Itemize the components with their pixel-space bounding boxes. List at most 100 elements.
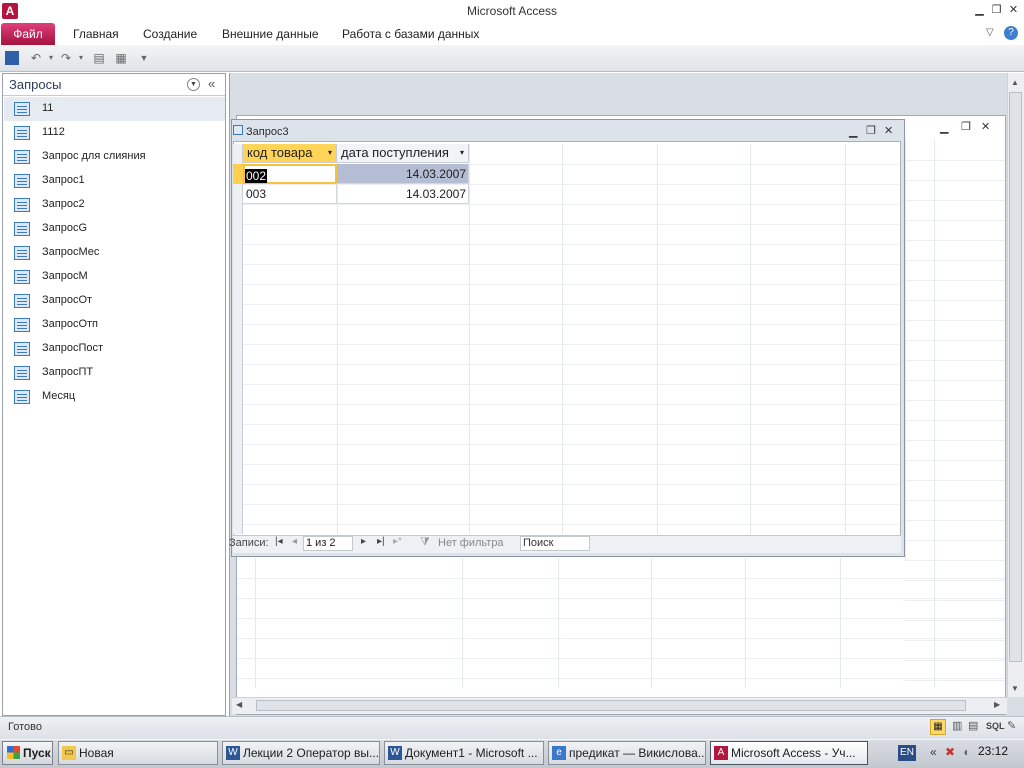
print-preview-icon[interactable]: ▦ — [113, 50, 129, 66]
row-selector-current[interactable] — [233, 164, 243, 184]
nav-item-query[interactable]: Запрос2 — [4, 193, 225, 217]
filter-icon[interactable]: ⧩ — [420, 536, 430, 549]
record-position-field[interactable]: 1 из 2 — [303, 536, 353, 551]
volume-icon[interactable]: ◖ — [962, 745, 969, 759]
design-view-icon[interactable]: ✎ — [1007, 719, 1016, 732]
show-hidden-icons-icon[interactable]: « — [930, 745, 937, 759]
taskbar-button-access[interactable]: A Microsoft Access - Уч... — [710, 741, 868, 765]
table-cell-date[interactable]: 14.03.2007 — [337, 164, 469, 184]
nav-item-query[interactable]: ЗапросПост — [4, 337, 225, 361]
network-warning-icon[interactable]: ✖ — [945, 745, 955, 759]
bg-window-close-icon[interactable]: ✕ — [981, 120, 990, 133]
nav-item-query[interactable]: ЗапросМес — [4, 241, 225, 265]
tab-create[interactable]: Создание — [143, 24, 197, 44]
vertical-scroll-thumb[interactable] — [1009, 92, 1022, 662]
minimize-icon[interactable]: ▁ — [972, 3, 987, 17]
nav-item-query[interactable]: Месяц — [4, 385, 225, 409]
undo-dropdown-icon[interactable]: ▾ — [43, 50, 59, 66]
ribbon-collapse-icon[interactable]: ▽ — [986, 27, 994, 38]
filter-status-button[interactable]: Нет фильтра — [438, 537, 504, 549]
language-indicator[interactable]: EN — [898, 745, 916, 761]
redo-icon[interactable]: ↷ — [58, 50, 74, 66]
pivot-chart-view-icon[interactable]: ▤ — [968, 719, 978, 732]
scroll-left-icon[interactable]: ◀ — [236, 700, 242, 709]
column-header-receipt-date[interactable]: дата поступления ▾ — [337, 144, 469, 163]
nav-item-query[interactable]: Запрос для слияния — [4, 145, 225, 169]
status-text: Готово — [8, 721, 42, 733]
pivot-table-view-icon[interactable]: ▥ — [952, 719, 962, 732]
taskbar-button-browser[interactable]: e предикат — Викислова... — [548, 741, 706, 765]
grid-column-line — [934, 140, 935, 560]
grid-row-line — [905, 540, 1005, 541]
row-selector-column[interactable] — [233, 144, 243, 534]
sql-view-icon[interactable]: SQL — [986, 721, 1005, 731]
nav-item-query[interactable]: ЗапросМ — [4, 265, 225, 289]
bg-window-minimize-icon[interactable]: ▁ — [940, 121, 948, 134]
redo-dropdown-icon[interactable]: ▾ — [73, 50, 89, 66]
close-icon[interactable]: ✕ — [1006, 3, 1021, 17]
restore-icon[interactable]: ❐ — [989, 3, 1004, 17]
query-icon — [14, 318, 30, 332]
taskbar-button-word-document[interactable]: W Документ1 - Microsoft ... — [384, 741, 544, 765]
previous-record-icon[interactable]: ◂ — [292, 536, 297, 547]
tab-file[interactable]: Файл — [1, 23, 55, 45]
grid-row-line — [243, 504, 899, 505]
bg-window-restore-icon[interactable]: ❐ — [961, 120, 971, 133]
start-button[interactable]: Пуск — [2, 741, 53, 765]
nav-item-label: ЗапросОтп — [42, 318, 99, 330]
nav-item-label: ЗапросОт — [42, 294, 93, 306]
first-record-icon[interactable]: |◂ — [275, 536, 283, 547]
taskbar-button-folder[interactable]: ▭ Новая — [58, 741, 218, 765]
nav-item-query[interactable]: 1112 — [4, 121, 225, 145]
grid-row-line — [905, 280, 1005, 281]
nav-item-query[interactable]: 11 — [4, 97, 225, 121]
nav-item-query[interactable]: Запрос1 — [4, 169, 225, 193]
help-icon[interactable]: ? — [1004, 26, 1018, 40]
tab-database-tools[interactable]: Работа с базами данных — [342, 24, 479, 44]
form-icon[interactable]: ▤ — [91, 50, 107, 66]
nav-menu-dropdown-icon[interactable]: ▼ — [187, 78, 200, 91]
next-record-icon[interactable]: ▸ — [361, 536, 366, 547]
query-close-icon[interactable]: ✕ — [884, 124, 893, 137]
nav-item-label: Месяц — [42, 390, 76, 402]
clock[interactable]: 23:12 — [978, 744, 1008, 758]
taskbar-button-word-lectures[interactable]: W Лекции 2 Оператор вы... — [222, 741, 380, 765]
column-header-product-code[interactable]: код товара ▾ — [243, 144, 337, 163]
query-restore-icon[interactable]: ❐ — [866, 124, 876, 137]
grid-row-line — [905, 580, 1005, 581]
table-cell-code[interactable]: 003 — [243, 184, 337, 204]
shutter-collapse-icon[interactable]: « — [208, 76, 215, 91]
table-cell-code[interactable]: 002 — [243, 164, 337, 184]
undo-icon[interactable]: ↶ — [28, 50, 44, 66]
tab-external-data[interactable]: Внешние данные — [222, 24, 319, 44]
nav-item-query[interactable]: ЗапросОт — [4, 289, 225, 313]
folder-icon: ▭ — [62, 746, 76, 760]
grid-row-line — [905, 440, 1005, 441]
query-minimize-icon[interactable]: ▁ — [849, 125, 857, 138]
nav-item-label: ЗапросПТ — [42, 366, 94, 378]
scroll-down-icon[interactable]: ▼ — [1011, 684, 1019, 693]
column-filter-dropdown-icon[interactable]: ▾ — [460, 144, 464, 162]
grid-column-line — [469, 144, 470, 534]
nav-pane-title[interactable]: Запросы — [9, 77, 61, 92]
records-label: Записи: — [229, 537, 269, 549]
save-icon[interactable] — [5, 51, 19, 65]
tab-home[interactable]: Главная — [73, 24, 119, 44]
nav-item-query[interactable]: ЗапросПТ — [4, 361, 225, 385]
scroll-up-icon[interactable]: ▲ — [1011, 78, 1019, 87]
last-record-icon[interactable]: ▸| — [377, 536, 385, 547]
grid-row-line — [905, 560, 1005, 561]
nav-item-query[interactable]: ЗапросG — [4, 217, 225, 241]
grid-column-line — [562, 144, 563, 534]
grid-row-line — [905, 660, 1005, 661]
table-cell-date[interactable]: 14.03.2007 — [337, 184, 469, 204]
scroll-right-icon[interactable]: ▶ — [994, 700, 1000, 709]
nav-item-query[interactable]: ЗапросОтп — [4, 313, 225, 337]
new-record-icon[interactable]: ▸* — [393, 536, 402, 547]
datasheet-view-icon[interactable]: ▦ — [930, 719, 946, 735]
grid-row-line — [905, 460, 1005, 461]
customize-toolbar-icon[interactable]: ▼ — [136, 50, 152, 66]
horizontal-scroll-thumb[interactable] — [256, 700, 966, 711]
search-input[interactable]: Поиск — [520, 536, 590, 551]
column-filter-dropdown-icon[interactable]: ▾ — [328, 144, 332, 162]
